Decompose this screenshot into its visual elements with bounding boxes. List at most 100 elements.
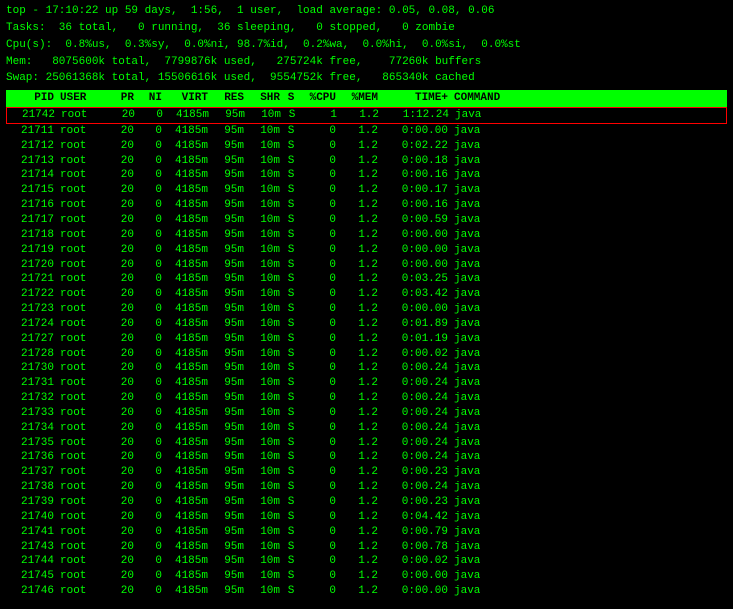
cell-cmd: java (452, 332, 727, 347)
cell-cpu: 0 (298, 436, 340, 451)
cell-virt: 4185m (166, 510, 212, 525)
table-row[interactable]: 21735 root 20 0 4185m 95m 10m S 0 1.2 0:… (6, 436, 727, 451)
cell-shr: 10m (248, 139, 284, 154)
cell-virt: 4185m (166, 154, 212, 169)
cell-pid: 21716 (6, 198, 58, 213)
table-row[interactable]: 21741 root 20 0 4185m 95m 10m S 0 1.2 0:… (6, 525, 727, 540)
cell-pr: 20 (110, 406, 138, 421)
cell-cmd: java (453, 108, 726, 123)
table-row[interactable]: 21733 root 20 0 4185m 95m 10m S 0 1.2 0:… (6, 406, 727, 421)
table-row[interactable]: 21713 root 20 0 4185m 95m 10m S 0 1.2 0:… (6, 154, 727, 169)
cell-mem: 1.2 (340, 183, 382, 198)
cell-mem: 1.2 (340, 258, 382, 273)
table-row[interactable]: 21744 root 20 0 4185m 95m 10m S 0 1.2 0:… (6, 554, 727, 569)
col-mem-header: %MEM (340, 91, 382, 106)
cell-pid: 21712 (6, 139, 58, 154)
table-row[interactable]: 21738 root 20 0 4185m 95m 10m S 0 1.2 0:… (6, 480, 727, 495)
cell-ni: 0 (138, 480, 166, 495)
cell-pr: 20 (110, 198, 138, 213)
table-row[interactable]: 21717 root 20 0 4185m 95m 10m S 0 1.2 0:… (6, 213, 727, 228)
cell-cpu: 0 (298, 124, 340, 139)
table-row[interactable]: 21743 root 20 0 4185m 95m 10m S 0 1.2 0:… (6, 540, 727, 555)
cell-time: 0:00.24 (382, 421, 452, 436)
cell-s: S (284, 302, 298, 317)
table-row[interactable]: 21728 root 20 0 4185m 95m 10m S 0 1.2 0:… (6, 347, 727, 362)
cell-user: root (58, 525, 110, 540)
table-row[interactable]: 21711 root 20 0 4185m 95m 10m S 0 1.2 0:… (6, 124, 727, 139)
cell-virt: 4185m (166, 480, 212, 495)
cell-s: S (284, 465, 298, 480)
cell-shr: 10m (248, 450, 284, 465)
table-row[interactable]: 21712 root 20 0 4185m 95m 10m S 0 1.2 0:… (6, 139, 727, 154)
table-row[interactable]: 21724 root 20 0 4185m 95m 10m S 0 1.2 0:… (6, 317, 727, 332)
cell-shr: 10m (248, 183, 284, 198)
cell-shr: 10m (248, 376, 284, 391)
cell-cpu: 0 (298, 465, 340, 480)
cell-pid: 21714 (6, 168, 58, 183)
cell-cmd: java (452, 154, 727, 169)
table-row[interactable]: 21720 root 20 0 4185m 95m 10m S 0 1.2 0:… (6, 258, 727, 273)
cell-s: S (284, 376, 298, 391)
col-ni-header: NI (138, 91, 166, 106)
table-row[interactable]: 21732 root 20 0 4185m 95m 10m S 0 1.2 0:… (6, 391, 727, 406)
cell-ni: 0 (138, 317, 166, 332)
cell-user: root (58, 421, 110, 436)
cell-ni: 0 (139, 108, 167, 123)
cell-res: 95m (212, 525, 248, 540)
cell-cmd: java (452, 540, 727, 555)
table-row[interactable]: 21736 root 20 0 4185m 95m 10m S 0 1.2 0:… (6, 450, 727, 465)
cell-virt: 4185m (166, 540, 212, 555)
table-row[interactable]: 21742 root 20 0 4185m 95m 10m S 1 1.2 1:… (6, 107, 727, 124)
cell-user: root (58, 302, 110, 317)
cell-res: 95m (212, 450, 248, 465)
col-cmd-header: COMMAND (452, 91, 727, 106)
cell-user: root (58, 213, 110, 228)
table-row[interactable]: 21746 root 20 0 4185m 95m 10m S 0 1.2 0:… (6, 584, 727, 599)
table-row[interactable]: 21715 root 20 0 4185m 95m 10m S 0 1.2 0:… (6, 183, 727, 198)
cell-pr: 20 (110, 258, 138, 273)
table-row[interactable]: 21739 root 20 0 4185m 95m 10m S 0 1.2 0:… (6, 495, 727, 510)
cell-user: root (58, 450, 110, 465)
table-row[interactable]: 21734 root 20 0 4185m 95m 10m S 0 1.2 0:… (6, 421, 727, 436)
cell-cpu: 0 (298, 569, 340, 584)
cell-pid: 21741 (6, 525, 58, 540)
cell-virt: 4185m (167, 108, 213, 123)
table-row[interactable]: 21716 root 20 0 4185m 95m 10m S 0 1.2 0:… (6, 198, 727, 213)
cell-cmd: java (452, 406, 727, 421)
table-row[interactable]: 21723 root 20 0 4185m 95m 10m S 0 1.2 0:… (6, 302, 727, 317)
table-row[interactable]: 21719 root 20 0 4185m 95m 10m S 0 1.2 0:… (6, 243, 727, 258)
table-row[interactable]: 21745 root 20 0 4185m 95m 10m S 0 1.2 0:… (6, 569, 727, 584)
cell-time: 0:03.25 (382, 272, 452, 287)
table-header-row: PID USER PR NI VIRT RES SHR S %CPU %MEM … (6, 90, 727, 107)
table-row[interactable]: 21740 root 20 0 4185m 95m 10m S 0 1.2 0:… (6, 510, 727, 525)
cell-pr: 20 (110, 154, 138, 169)
cell-time: 0:01.89 (382, 317, 452, 332)
cell-shr: 10m (248, 258, 284, 273)
cell-pr: 20 (111, 108, 139, 123)
cell-time: 1:12.24 (383, 108, 453, 123)
cell-s: S (284, 154, 298, 169)
table-row[interactable]: 21714 root 20 0 4185m 95m 10m S 0 1.2 0:… (6, 168, 727, 183)
cell-cpu: 0 (298, 540, 340, 555)
cell-s: S (284, 421, 298, 436)
cell-time: 0:00.00 (382, 243, 452, 258)
cell-ni: 0 (138, 569, 166, 584)
table-row[interactable]: 21718 root 20 0 4185m 95m 10m S 0 1.2 0:… (6, 228, 727, 243)
cell-pr: 20 (110, 569, 138, 584)
cell-s: S (284, 584, 298, 599)
cell-pr: 20 (110, 421, 138, 436)
cell-user: root (58, 124, 110, 139)
cell-cmd: java (452, 302, 727, 317)
table-row[interactable]: 21727 root 20 0 4185m 95m 10m S 0 1.2 0:… (6, 332, 727, 347)
table-row[interactable]: 21721 root 20 0 4185m 95m 10m S 0 1.2 0:… (6, 272, 727, 287)
cell-cpu: 0 (298, 421, 340, 436)
cell-mem: 1.2 (340, 332, 382, 347)
cell-shr: 10m (248, 213, 284, 228)
table-row[interactable]: 21722 root 20 0 4185m 95m 10m S 0 1.2 0:… (6, 287, 727, 302)
cell-pr: 20 (110, 272, 138, 287)
table-row[interactable]: 21731 root 20 0 4185m 95m 10m S 0 1.2 0:… (6, 376, 727, 391)
table-row[interactable]: 21730 root 20 0 4185m 95m 10m S 0 1.2 0:… (6, 361, 727, 376)
cell-mem: 1.2 (340, 510, 382, 525)
table-row[interactable]: 21737 root 20 0 4185m 95m 10m S 0 1.2 0:… (6, 465, 727, 480)
cell-pr: 20 (110, 584, 138, 599)
